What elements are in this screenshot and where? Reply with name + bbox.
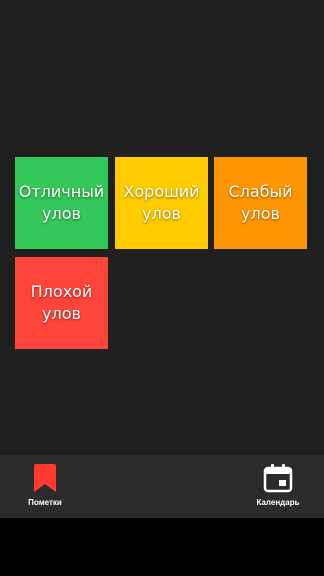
nav-notes-label: Пометки bbox=[28, 498, 62, 507]
nav-calendar-label: Календарь bbox=[256, 498, 300, 507]
nav-calendar-button[interactable]: Календарь bbox=[248, 455, 308, 518]
tile-bad-catch[interactable]: Плохой улов bbox=[15, 257, 108, 349]
bottom-nav-bar: Пометки Календарь bbox=[0, 455, 324, 518]
catch-tiles-area: Отличный улов Хороший улов Слабый улов П… bbox=[0, 0, 324, 455]
app-screen: Отличный улов Хороший улов Слабый улов П… bbox=[0, 0, 324, 576]
calendar-icon bbox=[263, 463, 293, 493]
bookmark-icon bbox=[30, 463, 60, 493]
tile-weak-catch[interactable]: Слабый улов bbox=[214, 157, 307, 249]
bottom-safe-area bbox=[0, 518, 324, 576]
nav-notes-button[interactable]: Пометки bbox=[15, 455, 75, 518]
tile-excellent-catch[interactable]: Отличный улов bbox=[15, 157, 108, 249]
tile-good-catch[interactable]: Хороший улов bbox=[115, 157, 208, 249]
